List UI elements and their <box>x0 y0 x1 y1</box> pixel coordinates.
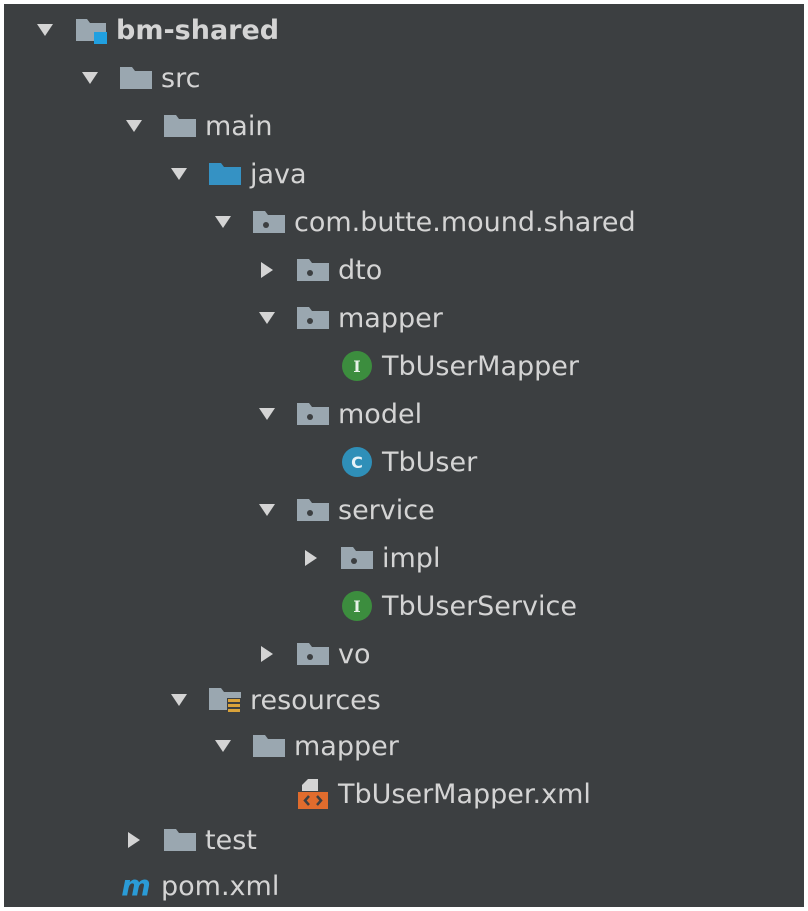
expand-arrow-icon[interactable] <box>30 6 60 54</box>
tree-label: TbUser <box>382 446 478 478</box>
tree-label: main <box>205 110 273 142</box>
folder-icon <box>119 61 153 95</box>
tree-label: resources <box>250 684 381 716</box>
package-icon <box>296 637 330 671</box>
expand-arrow-icon[interactable] <box>252 486 282 534</box>
module-folder-icon <box>74 13 108 47</box>
project-tree-panel: bm-shared src main java com.butte.mound.… <box>4 4 804 907</box>
tree-row-src[interactable]: src <box>4 54 804 102</box>
tree-row-tbuser[interactable]: C TbUser <box>4 438 804 486</box>
svg-text:I: I <box>353 357 360 376</box>
tree-row-mapper-folder[interactable]: mapper <box>4 722 804 770</box>
tree-row-mapper-package[interactable]: mapper <box>4 294 804 342</box>
tree-label: mapper <box>294 730 399 762</box>
package-icon <box>252 205 286 239</box>
interface-icon: I <box>340 349 374 383</box>
tree-label: model <box>338 398 423 430</box>
xml-file-icon <box>296 777 330 811</box>
folder-icon <box>163 823 197 857</box>
package-icon <box>296 301 330 335</box>
collapse-arrow-icon[interactable] <box>296 534 326 582</box>
tree-label: dto <box>338 254 383 286</box>
tree-label: bm-shared <box>116 14 280 46</box>
tree-label: impl <box>382 542 441 574</box>
tree-row-main[interactable]: main <box>4 102 804 150</box>
expand-arrow-icon[interactable] <box>208 198 238 246</box>
tree-row-tbuserservice[interactable]: I TbUserService <box>4 582 804 630</box>
expand-arrow-icon[interactable] <box>252 390 282 438</box>
svg-text:C: C <box>351 453 363 472</box>
expand-arrow-icon[interactable] <box>252 294 282 342</box>
tree-row-impl[interactable]: impl <box>4 534 804 582</box>
expand-arrow-icon[interactable] <box>208 722 238 770</box>
svg-text:I: I <box>353 597 360 616</box>
resources-folder-icon <box>208 683 242 717</box>
tree-row-bm-shared[interactable]: bm-shared <box>4 6 804 54</box>
tree-label: service <box>338 494 435 526</box>
tree-label: TbUserMapper <box>382 350 580 382</box>
class-icon: C <box>340 445 374 479</box>
folder-icon <box>252 729 286 763</box>
tree-row-package-root[interactable]: com.butte.mound.shared <box>4 198 804 246</box>
expand-arrow-icon[interactable] <box>164 676 194 724</box>
collapse-arrow-icon[interactable] <box>119 816 149 864</box>
folder-icon <box>163 109 197 143</box>
package-icon <box>296 397 330 431</box>
package-icon <box>340 541 374 575</box>
expand-arrow-icon[interactable] <box>119 102 149 150</box>
tree-label: test <box>205 824 257 856</box>
collapse-arrow-icon[interactable] <box>252 246 282 294</box>
tree-row-dto[interactable]: dto <box>4 246 804 294</box>
tree-row-pom-xml[interactable]: m pom.xml <box>4 862 804 910</box>
svg-text:m: m <box>121 871 151 901</box>
tree-row-tbusermapper-xml[interactable]: TbUserMapper.xml <box>4 770 804 818</box>
tree-row-java[interactable]: java <box>4 150 804 198</box>
tree-label: pom.xml <box>161 870 280 902</box>
maven-icon: m <box>119 869 153 903</box>
expand-arrow-icon[interactable] <box>75 54 105 102</box>
package-icon <box>296 253 330 287</box>
tree-label: src <box>161 62 201 94</box>
tree-label: TbUserService <box>382 590 577 622</box>
tree-label: java <box>250 158 307 190</box>
tree-label: vo <box>338 638 371 670</box>
package-icon <box>296 493 330 527</box>
interface-icon: I <box>340 589 374 623</box>
tree-label: TbUserMapper.xml <box>338 778 591 810</box>
tree-row-tbusermapper[interactable]: I TbUserMapper <box>4 342 804 390</box>
tree-label: mapper <box>338 302 443 334</box>
expand-arrow-icon[interactable] <box>164 150 194 198</box>
collapse-arrow-icon[interactable] <box>252 630 282 678</box>
tree-row-model[interactable]: model <box>4 390 804 438</box>
tree-row-resources[interactable]: resources <box>4 676 804 724</box>
tree-row-service[interactable]: service <box>4 486 804 534</box>
tree-label: com.butte.mound.shared <box>294 206 636 238</box>
tree-row-test[interactable]: test <box>4 816 804 864</box>
source-root-folder-icon <box>208 157 242 191</box>
tree-row-vo[interactable]: vo <box>4 630 804 678</box>
